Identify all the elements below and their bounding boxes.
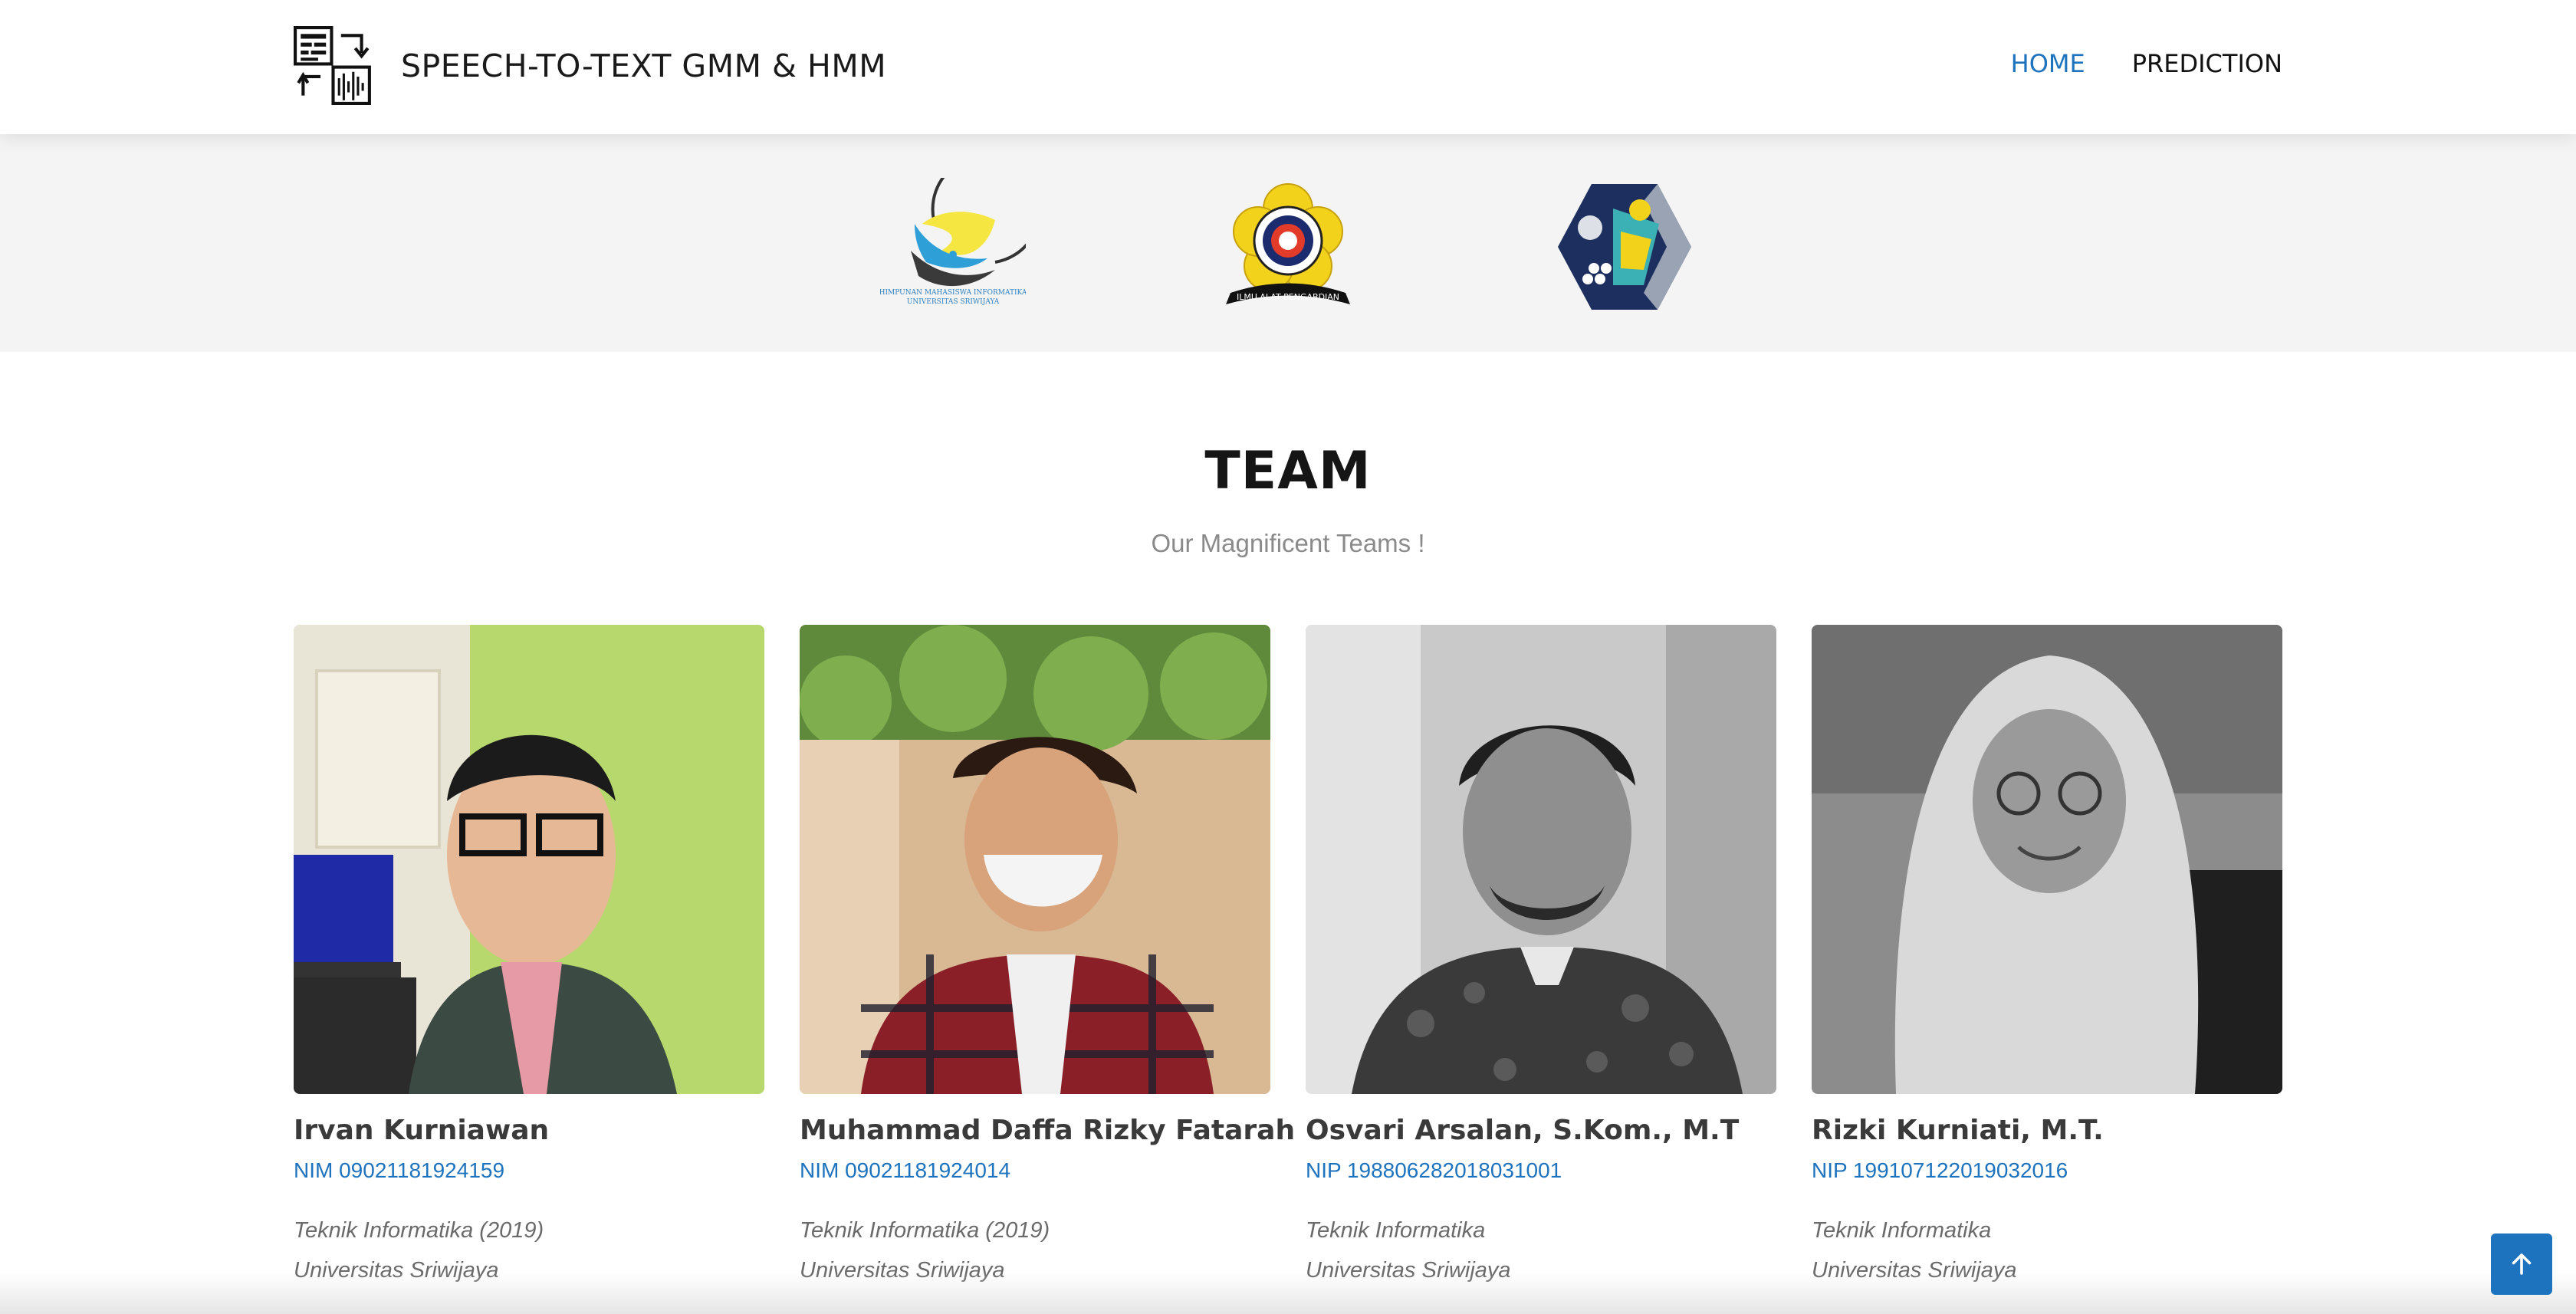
member-university: Universitas Sriwijaya <box>1306 1258 1511 1283</box>
team-card: Irvan Kurniawan NIM 09021181924159 Tekni… <box>294 625 764 1290</box>
partner-logos-band: HIMPUNAN MAHASISWA INFORMATIKA UNIVERSIT… <box>0 134 2576 352</box>
team-card: Muhammad Daffa Rizky Fatarah NIM 0902118… <box>800 625 1296 1290</box>
member-name: Muhammad Daffa Rizky Fatarah <box>800 1115 1296 1146</box>
member-photo <box>800 625 1270 1094</box>
member-id: NIM 09021181924014 <box>800 1158 1011 1182</box>
member-name: Rizki Kurniati, M.T. <box>1812 1115 2104 1146</box>
navbar: SPEECH-TO-TEXT GMM & HMM HOME PREDICTION <box>0 0 2576 134</box>
member-photo <box>1812 625 2282 1094</box>
himpunan-mahasiswa-informatika-logo: HIMPUNAN MAHASISWA INFORMATIKA UNIVERSIT… <box>880 178 1026 306</box>
member-info: Teknik Informatika Universitas Sriwijaya <box>1812 1211 2282 1290</box>
brand[interactable]: SPEECH-TO-TEXT GMM & HMM <box>294 26 886 105</box>
team-heading: TEAM <box>1204 441 1372 501</box>
speech-to-text-icon <box>294 26 371 105</box>
member-program: Teknik Informatika <box>1306 1218 1486 1243</box>
brand-title: SPEECH-TO-TEXT GMM & HMM <box>401 47 887 84</box>
member-info: Teknik Informatika Universitas Sriwijaya <box>1306 1211 1776 1290</box>
member-university: Universitas Sriwijaya <box>800 1258 1005 1283</box>
unsri-ribbon-text: ILMU ALAT PENGABDIAN <box>1237 292 1339 302</box>
member-university: Universitas Sriwijaya <box>1812 1258 2017 1283</box>
himakom-caption-2: UNIVERSITAS SRIWIJAYA <box>907 298 1000 306</box>
arrow-up-icon <box>2512 1253 2532 1275</box>
member-name: Osvari Arsalan, S.Kom., M.T <box>1306 1115 1740 1146</box>
member-info: Teknik Informatika (2019) Universitas Sr… <box>294 1211 764 1290</box>
member-id: NIP 199107122019032016 <box>1812 1158 2068 1182</box>
member-program: Teknik Informatika (2019) <box>294 1218 544 1243</box>
team-card: Osvari Arsalan, S.Kom., M.T NIP 19880628… <box>1306 625 1776 1290</box>
member-id: NIP 198806282018031001 <box>1306 1158 1562 1182</box>
back-to-top-button[interactable] <box>2491 1234 2552 1295</box>
member-photo <box>294 625 764 1094</box>
member-program: Teknik Informatika (2019) <box>800 1218 1050 1243</box>
main-nav: HOME PREDICTION <box>2011 49 2282 78</box>
nav-home-link[interactable]: HOME <box>2011 49 2085 78</box>
nav-prediction-link[interactable]: PREDICTION <box>2132 49 2282 78</box>
member-name: Irvan Kurniawan <box>294 1115 550 1146</box>
universitas-sriwijaya-logo: ILMU ALAT PENGABDIAN <box>1226 183 1350 304</box>
member-program: Teknik Informatika <box>1812 1218 1992 1243</box>
member-university: Universitas Sriwijaya <box>294 1258 499 1283</box>
himakom-caption-1: HIMPUNAN MAHASISWA INFORMATIKA <box>880 289 1026 297</box>
team-subtitle: Our Magnificent Teams ! <box>1151 529 1425 557</box>
member-photo <box>1306 625 1776 1094</box>
member-id: NIM 09021181924159 <box>294 1158 505 1182</box>
member-info: Teknik Informatika (2019) Universitas Sr… <box>800 1211 1270 1290</box>
fasilkom-hexagon-logo <box>1558 184 1691 310</box>
team-card: Rizki Kurniati, M.T. NIP 199107122019032… <box>1812 625 2282 1290</box>
